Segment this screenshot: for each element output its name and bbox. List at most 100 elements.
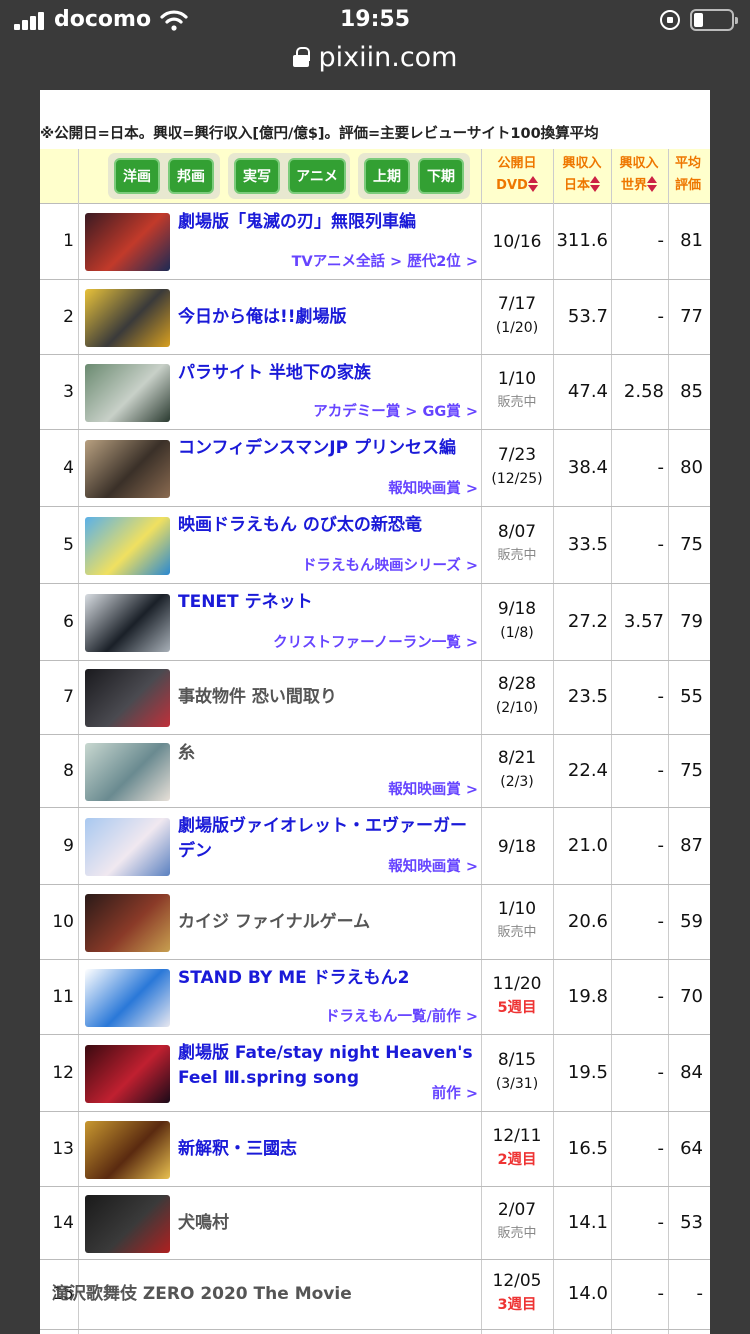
movie-poster-thumbnail[interactable] [85, 516, 170, 575]
japan-box-office: 38.4 [567, 456, 608, 478]
table-row[interactable]: 2 今日から俺は!!劇場版 7/17 (1/20) 53.7 -77 [40, 280, 710, 355]
related-links[interactable]: アカデミー賞 > GG賞 > [178, 400, 478, 421]
sort-world-box-office[interactable]: 興収入 世界 [611, 153, 667, 197]
sort-release-date[interactable]: 公開日 DVD [481, 153, 553, 197]
filter-button-anime[interactable]: アニメ [288, 158, 346, 194]
movie-poster-thumbnail[interactable] [85, 213, 170, 271]
table-row[interactable]: 3 パラサイト 半地下の家族 アカデミー賞 > GG賞 > 1/10 販売中 47.4 2.… [40, 355, 710, 430]
related-links[interactable]: 報知映画賞 > [178, 855, 478, 876]
movie-title[interactable]: コンフィデンスマンJP プリンセス編 [178, 436, 478, 461]
world-box-office: - [657, 985, 665, 1007]
sort-rating[interactable]: 平均 評価 [669, 153, 707, 197]
movie-title[interactable]: 新解釈・三國志 [178, 1137, 478, 1162]
ios-top-bar: docomo 19:55 pixiin.com [0, 0, 750, 90]
table-row[interactable]: 6 TENET テネット クリストファーノーラン一覧 > 9/18 (1/8) 27.2 3… [40, 584, 710, 661]
table-row[interactable]: 11 STAND BY ME ドラえもん2 ドラえもん一覧/前作 > 11/20 5週目… [40, 960, 710, 1035]
url-bar[interactable]: pixiin.com [0, 42, 750, 82]
release-date-cell: 7/17 (1/20) [483, 292, 551, 340]
sort-japan-box-office[interactable]: 興収入 日本 [553, 153, 611, 197]
average-rating: 55 [680, 686, 703, 707]
release-date: 1/10 [497, 368, 537, 389]
related-links[interactable]: 前作 > [178, 1082, 478, 1103]
related-links[interactable]: 報知映画賞 > [178, 477, 478, 498]
rank-number: 10 [52, 911, 74, 932]
release-date-cell: 1/10 販売中 [483, 897, 551, 945]
dvd-status: (2/10) [495, 700, 539, 716]
movie-poster-thumbnail[interactable] [85, 968, 170, 1027]
table-row[interactable]: 4 コンフィデンスマンJP プリンセス編 報知映画賞 > 7/23 (12/25) 38.… [40, 430, 710, 507]
japan-box-office: 20.6 [567, 910, 608, 932]
release-date-cell: 8/21 (2/3) [483, 746, 551, 794]
table-row[interactable]: 13 新解釈・三國志 12/11 2週目 16.5 -64 [40, 1112, 710, 1187]
movie-title[interactable]: 今日から俺は!!劇場版 [178, 305, 478, 330]
movie-title[interactable]: パラサイト 半地下の家族 [178, 361, 478, 386]
movie-title: 事故物件 恐い間取り [178, 687, 337, 707]
release-date-cell: 12/05 3週目 [483, 1269, 551, 1317]
movie-poster-thumbnail[interactable] [85, 288, 170, 347]
movie-title[interactable]: 劇場版「鬼滅の刃」無限列車編 [178, 210, 478, 235]
battery-icon [690, 9, 738, 31]
movie-title[interactable]: 映画ドラえもん のび太の新恐竜 [178, 513, 478, 538]
release-date-cell: 1/10 販売中 [483, 367, 551, 415]
related-links[interactable]: 報知映画賞 > [178, 778, 478, 799]
table-row[interactable]: 14 犬鳴村 2/07 販売中 14.1 -53 [40, 1187, 710, 1260]
movie-poster-thumbnail[interactable] [85, 1044, 170, 1103]
related-links[interactable]: ドラえもん一覧/前作 > [178, 1005, 478, 1026]
release-date: 1/10 [497, 898, 537, 919]
movie-poster-thumbnail[interactable] [85, 669, 170, 727]
world-box-office: 3.57 [623, 610, 664, 632]
filter-button-live-action[interactable]: 実写 [234, 158, 280, 194]
movie-poster-thumbnail[interactable] [85, 1194, 170, 1253]
table-row[interactable]: 7 事故物件 恐い間取り 8/28 (2/10) 23.5 -55 [40, 661, 710, 735]
dvd-status: (1/20) [495, 319, 539, 336]
rank-number: 4 [63, 457, 74, 478]
world-box-office: - [657, 230, 665, 251]
lock-icon [292, 47, 310, 67]
world-box-office: - [657, 533, 665, 555]
dvd-status: 3週目 [497, 1297, 537, 1313]
average-rating: 87 [680, 834, 703, 856]
movie-poster-thumbnail[interactable] [85, 817, 170, 876]
release-date: 2/07 [497, 1199, 537, 1220]
filter-button-japanese[interactable]: 邦画 [168, 158, 214, 194]
world-box-office: - [657, 910, 665, 932]
average-rating: 75 [680, 759, 703, 781]
japan-box-office: 14.0 [567, 1283, 608, 1304]
release-date-cell: 12/11 2週目 [483, 1124, 551, 1172]
release-date-cell: 9/18 (1/8) [483, 597, 551, 645]
world-box-office: - [657, 456, 665, 478]
related-links[interactable]: TVアニメ全話 > 歴代2位 > [178, 250, 478, 271]
related-links[interactable]: クリストファーノーラン一覧 > [178, 631, 478, 652]
filter-button-western[interactable]: 洋画 [114, 158, 160, 194]
average-rating: 59 [680, 910, 703, 932]
table-row[interactable]: 12 劇場版 Fate/stay night Heaven's Feel Ⅲ.sp… [40, 1035, 710, 1112]
movie-title: 糸 [178, 743, 195, 763]
movie-poster-thumbnail[interactable] [85, 439, 170, 498]
movie-poster-thumbnail[interactable] [85, 742, 170, 801]
movie-title: 犬鳴村 [178, 1212, 229, 1233]
movie-poster-thumbnail[interactable] [85, 593, 170, 652]
table-row[interactable]: 8 糸報知映画賞 > 8/21 (2/3) 22.4 -75 [40, 735, 710, 808]
table-row[interactable]: 5 映画ドラえもん のび太の新恐竜 ドラえもん映画シリーズ > 8/07 販売中 33.5… [40, 507, 710, 584]
url-domain: pixiin.com [318, 42, 458, 73]
related-links[interactable]: ドラえもん映画シリーズ > [178, 554, 478, 575]
movie-poster-thumbnail[interactable] [85, 893, 170, 952]
release-date: 7/17 [497, 293, 537, 314]
japan-box-office: 311.6 [556, 230, 608, 251]
legend-note: ※公開日=日本。興収=興行収入[億円/億$]。評価=主要レビューサイト100換算… [40, 126, 599, 142]
filter-button-first-half[interactable]: 上期 [364, 158, 410, 194]
average-rating: 64 [680, 1137, 703, 1159]
table-row[interactable]: 1 劇場版「鬼滅の刃」無限列車編 TVアニメ全話 > 歴代2位 > 10/16 311.… [40, 204, 710, 280]
movie-poster-thumbnail[interactable] [85, 1120, 170, 1179]
release-date-cell: 8/15 (3/31) [483, 1048, 551, 1096]
dvd-status: 販売中 [497, 547, 537, 563]
table-row[interactable]: 15 滝沢歌舞伎 ZERO 2020 The Movie 12/05 3週目 14.0-… [40, 1260, 710, 1330]
world-box-label: 興収入 [619, 156, 659, 171]
movie-title[interactable]: STAND BY ME ドラえもん2 [178, 966, 478, 991]
filter-button-second-half[interactable]: 下期 [418, 158, 464, 194]
movie-poster-thumbnail[interactable] [85, 363, 170, 422]
table-row[interactable]: 10 カイジ ファイナルゲーム 1/10 販売中 20.6 -59 [40, 885, 710, 960]
japan-box-office: 47.4 [567, 380, 608, 402]
movie-title[interactable]: TENET テネット [178, 590, 478, 615]
table-row[interactable]: 9 劇場版ヴァイオレット・エヴァーガーデン 報知映画賞 >9/18 21.0-87 [40, 808, 710, 885]
